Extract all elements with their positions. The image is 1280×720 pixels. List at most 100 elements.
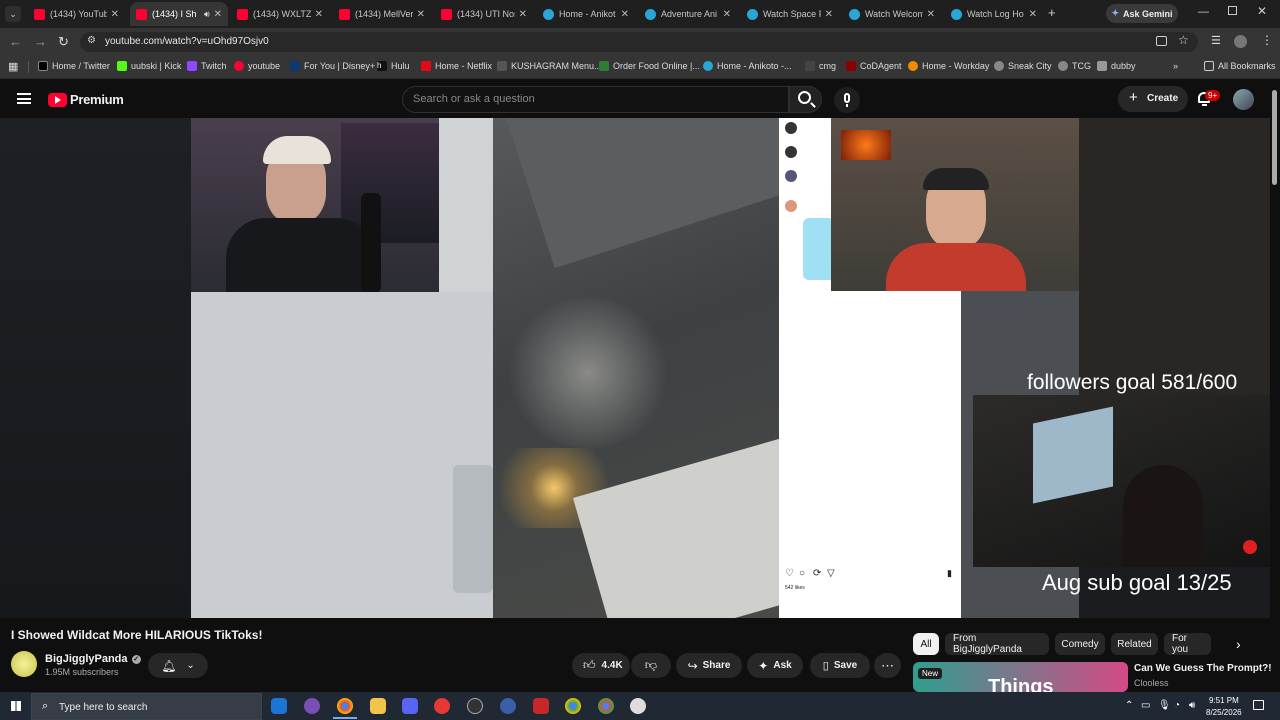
bookmark-item[interactable]: CoDAgent bbox=[846, 61, 902, 71]
close-icon[interactable]: ✕ bbox=[315, 9, 323, 20]
chrome-icon[interactable] bbox=[598, 698, 614, 714]
browser-tab[interactable]: Adventure Ani ✕ bbox=[639, 2, 737, 26]
comment-icon[interactable]: ○ bbox=[799, 568, 805, 579]
recommendation-channel[interactable]: Clooless bbox=[1134, 678, 1169, 688]
close-icon[interactable]: ✕ bbox=[621, 9, 629, 20]
copilot-icon[interactable] bbox=[271, 698, 287, 714]
apps-grid-icon[interactable]: ▦ bbox=[8, 60, 18, 73]
taskbar-search-box[interactable]: ⌕ Type here to search bbox=[31, 693, 262, 720]
bookmark-item[interactable]: Home - Netflix bbox=[421, 61, 492, 71]
bookmark-item[interactable]: KUSHAGRAM Menu... bbox=[497, 61, 602, 71]
close-icon[interactable]: ✕ bbox=[417, 9, 425, 20]
profile-avatar[interactable] bbox=[1234, 35, 1247, 48]
close-icon[interactable]: ✕ bbox=[825, 9, 833, 20]
minimize-button[interactable]: — bbox=[1198, 6, 1209, 18]
browser-tab[interactable]: (1434) YouTube ✕ bbox=[28, 2, 125, 26]
dislike-button[interactable]: 👎︎ bbox=[631, 653, 671, 678]
heart-icon[interactable]: ♡ bbox=[785, 568, 794, 579]
chip-for-you[interactable]: For you bbox=[1164, 633, 1211, 655]
microphone-tray-icon[interactable]: 🎙︎ bbox=[1158, 700, 1171, 711]
channel-avatar[interactable] bbox=[11, 651, 37, 677]
all-bookmarks[interactable]: All Bookmarks bbox=[1204, 61, 1276, 71]
more-bookmarks-icon[interactable]: » bbox=[1173, 61, 1178, 71]
chip-from-channel[interactable]: From BigJigglyPanda bbox=[945, 633, 1049, 655]
reload-icon[interactable]: ↻ bbox=[58, 34, 69, 50]
send-icon[interactable]: ▽ bbox=[827, 568, 835, 579]
file-explorer-icon[interactable] bbox=[370, 698, 386, 714]
close-icon[interactable]: ✕ bbox=[927, 9, 935, 20]
bookmark-item[interactable]: Home - Anikoto -... bbox=[703, 61, 792, 71]
obs-icon[interactable] bbox=[467, 698, 483, 714]
recommendation-title[interactable]: Can We Guess The Prompt?! bbox=[1134, 663, 1272, 674]
recommendation-thumbnail[interactable]: Things bbox=[913, 662, 1128, 692]
video-player[interactable]: ♡ ○ ⟳ ▽ ▮ 542 likes followers goal 581/6… bbox=[0, 118, 1270, 618]
chrome-icon[interactable] bbox=[565, 698, 581, 714]
save-button[interactable]: ▯ Save bbox=[810, 653, 870, 678]
ask-gemini-button[interactable]: ✦ Ask Gemini bbox=[1106, 4, 1178, 23]
chip-comedy[interactable]: Comedy bbox=[1055, 633, 1105, 655]
chips-next-arrow-icon[interactable]: › bbox=[1236, 636, 1241, 652]
windows-start-icon[interactable] bbox=[11, 701, 21, 711]
browser-tab[interactable]: Watch Welcom ✕ bbox=[843, 2, 941, 26]
chrome-icon[interactable] bbox=[337, 698, 353, 714]
notification-center-icon[interactable] bbox=[1253, 700, 1264, 710]
search-input[interactable]: Search or ask a question bbox=[402, 86, 789, 113]
close-icon[interactable]: ✕ bbox=[1029, 9, 1037, 20]
close-icon[interactable]: ✕ bbox=[519, 9, 527, 20]
network-icon[interactable]: ▭ bbox=[1141, 700, 1150, 711]
bookmark-item[interactable]: For You | Disney+ bbox=[290, 61, 375, 71]
bookmark-icon[interactable]: ▮ bbox=[947, 568, 952, 579]
app-icon[interactable] bbox=[500, 698, 516, 714]
browser-tab[interactable]: Home - Anikot ✕ bbox=[537, 2, 635, 26]
url-text[interactable]: youtube.com/watch?v=uOhd97Osjv0 bbox=[105, 36, 269, 47]
site-info-icon[interactable]: ⚙ bbox=[87, 35, 96, 46]
tab-search-dropdown[interactable]: ⌄ bbox=[5, 6, 21, 22]
browser-tab[interactable]: Watch Log Ho ✕ bbox=[945, 2, 1043, 26]
chip-all[interactable]: All bbox=[913, 633, 939, 655]
browser-tab[interactable]: (1434) WXLTZY ✕ bbox=[231, 2, 329, 26]
close-icon[interactable]: ✕ bbox=[214, 9, 222, 20]
bookmark-item[interactable]: h Hulu bbox=[377, 61, 410, 71]
youtube-logo[interactable]: Premium bbox=[48, 92, 124, 107]
app-icon[interactable] bbox=[533, 698, 549, 714]
browser-tab[interactable]: Watch Space P ✕ bbox=[741, 2, 839, 26]
restore-button[interactable] bbox=[1228, 6, 1237, 15]
subscribed-bell-button[interactable]: 🔔︎ ⌄ bbox=[148, 653, 208, 678]
channel-name[interactable]: BigJigglyPanda ✓ bbox=[45, 653, 141, 665]
browser-tab-active[interactable]: (1434) I Sh 🔊︎ ✕ bbox=[130, 2, 228, 26]
taskbar-date[interactable]: 8/25/2026 bbox=[1206, 708, 1242, 717]
install-icon[interactable] bbox=[1156, 36, 1167, 46]
bookmark-item[interactable]: Twitch bbox=[187, 61, 227, 71]
ask-button[interactable]: ✦ Ask bbox=[747, 653, 803, 678]
browser-tab[interactable]: (1434) UTI Nos ✕ bbox=[435, 2, 533, 26]
page-scrollbar[interactable] bbox=[1272, 90, 1277, 185]
bookmark-item[interactable]: uubski | Kick bbox=[117, 61, 181, 71]
close-icon[interactable]: ✕ bbox=[111, 9, 119, 20]
media-control-icon[interactable]: ☰ bbox=[1211, 34, 1221, 47]
bookmark-item[interactable]: Order Food Online |... bbox=[599, 61, 700, 71]
more-actions-button[interactable]: ⋯ bbox=[874, 653, 901, 678]
search-button[interactable] bbox=[789, 86, 822, 113]
bookmark-item[interactable]: TCG bbox=[1058, 61, 1091, 71]
clock-app-icon[interactable] bbox=[630, 698, 646, 714]
bookmark-item[interactable]: Home / Twitter bbox=[38, 61, 110, 71]
repost-icon[interactable]: ⟳ bbox=[813, 568, 821, 579]
new-tab-button[interactable]: + bbox=[1048, 5, 1056, 20]
forward-arrow-icon[interactable]: → bbox=[34, 34, 47, 49]
back-arrow-icon[interactable]: ← bbox=[9, 34, 22, 49]
create-button[interactable]: + Create bbox=[1118, 86, 1188, 112]
bookmark-item[interactable]: Home - Workday bbox=[908, 61, 989, 71]
bookmark-item[interactable]: dubby bbox=[1097, 61, 1136, 71]
close-window-button[interactable]: ✕ bbox=[1257, 4, 1267, 18]
browser-menu-icon[interactable]: ⋮ bbox=[1261, 33, 1273, 47]
close-icon[interactable]: ✕ bbox=[723, 9, 731, 20]
like-button[interactable]: 👍︎ 4.4K bbox=[572, 653, 630, 678]
tray-chevron-icon[interactable]: ⌃ bbox=[1125, 700, 1133, 711]
taskbar-time[interactable]: 9:51 PM bbox=[1209, 696, 1239, 705]
account-avatar[interactable] bbox=[1233, 89, 1254, 110]
share-button[interactable]: ↪ Share bbox=[676, 653, 742, 678]
bookmark-item[interactable]: cmg bbox=[805, 61, 836, 71]
media-player-icon[interactable] bbox=[434, 698, 450, 714]
bookmark-item[interactable]: youtube bbox=[234, 61, 280, 71]
chip-related[interactable]: Related bbox=[1111, 633, 1158, 655]
